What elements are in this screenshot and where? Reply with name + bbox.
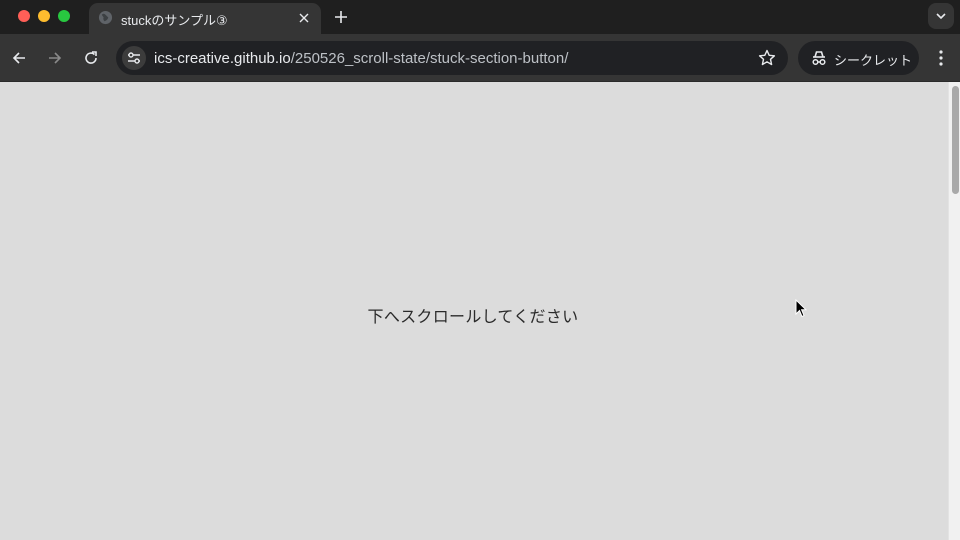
arrow-left-icon xyxy=(12,52,25,64)
chevron-down-icon xyxy=(936,12,946,19)
reload-button[interactable] xyxy=(79,46,103,70)
url-host: ics-creative.github.io xyxy=(154,50,291,67)
close-icon[interactable] xyxy=(295,9,313,27)
plus-icon xyxy=(335,11,347,23)
browser-menu-button[interactable] xyxy=(930,46,952,70)
kebab-menu-icon xyxy=(939,50,943,66)
tab-title: stuckのサンプル③ xyxy=(121,13,228,28)
url-path: /250526_scroll-state/stuck-section-butto… xyxy=(290,50,569,67)
window-minimize-button[interactable] xyxy=(38,10,50,22)
vertical-scrollbar[interactable] xyxy=(948,82,960,540)
star-icon[interactable] xyxy=(758,49,776,67)
page-viewport: 下へスクロールしてください xyxy=(0,82,960,540)
window-zoom-button[interactable] xyxy=(58,10,70,22)
scrollbar-thumb[interactable] xyxy=(952,86,959,194)
reload-icon xyxy=(85,51,97,64)
tab-search-button[interactable] xyxy=(928,3,954,29)
back-button[interactable] xyxy=(7,46,31,70)
arrow-right-icon xyxy=(49,52,62,64)
forward-button[interactable] xyxy=(43,46,67,70)
address-bar[interactable]: ics-creative.github.io/250526_scroll-sta… xyxy=(116,41,788,75)
window-close-button[interactable] xyxy=(18,10,30,22)
globe-icon xyxy=(98,10,113,25)
tab-active[interactable]: stuckのサンプル③ xyxy=(89,3,321,34)
incognito-label: シークレット xyxy=(834,53,913,68)
browser-toolbar: ics-creative.github.io/250526_scroll-sta… xyxy=(0,34,960,82)
tab-strip: stuckのサンプル③ xyxy=(0,0,960,34)
mouse-cursor-icon xyxy=(795,299,807,318)
incognito-indicator[interactable]: シークレット xyxy=(798,41,919,75)
site-info-button[interactable] xyxy=(122,46,146,70)
new-tab-button[interactable] xyxy=(330,6,352,28)
incognito-icon xyxy=(812,51,826,66)
url-text: ics-creative.github.io/250526_scroll-sta… xyxy=(154,50,568,67)
tune-icon xyxy=(128,52,140,64)
